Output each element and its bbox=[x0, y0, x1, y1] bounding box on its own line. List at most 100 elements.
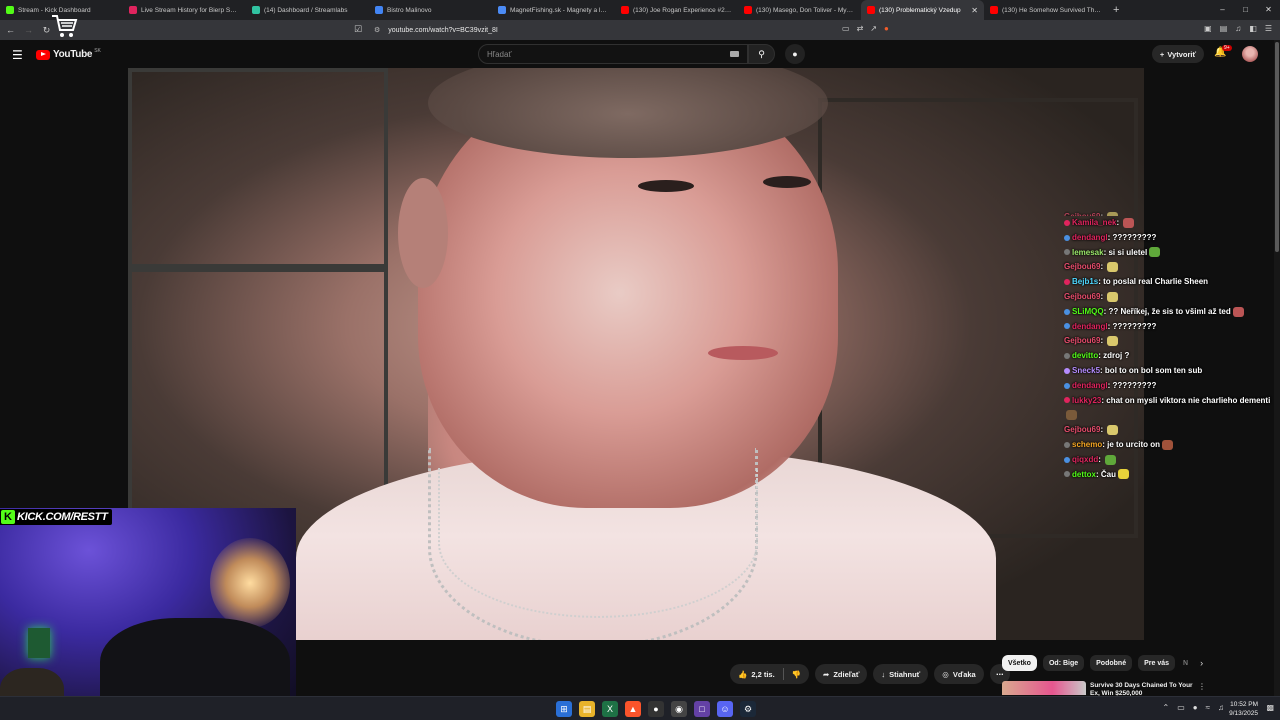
create-button[interactable]: + Vytvoriť bbox=[1152, 45, 1204, 63]
guide-menu-icon[interactable]: ☰ bbox=[12, 48, 23, 62]
start-icon[interactable]: ⊞ bbox=[556, 701, 572, 717]
chat-username: Bejb1s bbox=[1072, 277, 1099, 287]
window-controls: – □ ✕ bbox=[1211, 0, 1280, 20]
system-clock[interactable]: 10:52 PM 9/13/2025 bbox=[1229, 700, 1258, 718]
chat-emote-icon bbox=[1107, 336, 1119, 347]
browser-tab[interactable]: (130) He Somehow Survived This - Y bbox=[984, 0, 1107, 20]
media-icon[interactable]: ♫ bbox=[1235, 24, 1241, 33]
search-placeholder: Hľadať bbox=[487, 49, 512, 59]
recommended-video-title[interactable]: Survive 30 Days Chained To Your Ex, Win … bbox=[1090, 682, 1195, 696]
share-icon: ➦ bbox=[823, 669, 830, 679]
chat-emote-icon bbox=[1162, 439, 1174, 450]
mic-tray-icon[interactable]: ● bbox=[1193, 703, 1198, 712]
chat-separator: : bbox=[1100, 425, 1106, 435]
recommended-video[interactable]: Survive 30 Days Chained To Your Ex, Win … bbox=[1002, 681, 1272, 696]
chat-message: lemesak: si si uletel bbox=[1064, 246, 1276, 261]
excel-icon[interactable]: X bbox=[602, 701, 618, 717]
browser-tab[interactable]: Live Stream History for Bierp Shares bbox=[123, 0, 246, 20]
translate-icon[interactable]: ⇄ bbox=[857, 24, 864, 33]
browser-tab[interactable]: MagnetFishing.sk - Magnety a laná p bbox=[492, 0, 615, 20]
display-icon[interactable]: ▭ bbox=[1177, 703, 1185, 712]
back-icon[interactable]: ← bbox=[3, 25, 18, 35]
chat-badge-icon bbox=[1064, 441, 1070, 448]
cast-icon[interactable]: ▭ bbox=[842, 24, 850, 33]
browser-tab[interactable]: Bistro Malinovo bbox=[369, 0, 492, 20]
chevron-right-icon[interactable]: › bbox=[1200, 658, 1203, 668]
youtube-logo[interactable]: YouTube SK bbox=[36, 48, 101, 60]
chat-message: dendangl: ????????? bbox=[1064, 231, 1276, 246]
url-field[interactable]: ⚙ youtube.com/watch?v=BC39vzit_8I bbox=[368, 22, 916, 38]
like-count[interactable]: 2,2 tis. bbox=[751, 670, 774, 679]
browser-tab[interactable]: (130) Problematický Vzedup ✕ bbox=[861, 0, 984, 20]
search-button[interactable]: ⚲ bbox=[748, 44, 775, 64]
audio-app-icon[interactable]: ◉ bbox=[671, 701, 687, 717]
browser-tab-bar: Stream - Kick Dashboard Live Stream Histo… bbox=[0, 0, 1280, 20]
obs-icon[interactable]: ● bbox=[648, 701, 664, 717]
volume-icon[interactable]: ♫ bbox=[1218, 703, 1224, 712]
tab-favicon-icon bbox=[867, 6, 875, 14]
like-icon[interactable]: 👍 bbox=[738, 670, 747, 679]
chat-badge-icon bbox=[1064, 249, 1070, 256]
more-vert-icon[interactable]: ⋮ bbox=[1198, 682, 1206, 691]
chat-username: devitto bbox=[1072, 351, 1099, 361]
chat-separator: : bbox=[1100, 262, 1106, 272]
dislike-icon[interactable]: 👎 bbox=[792, 670, 801, 679]
scrollbar-thumb[interactable] bbox=[1275, 42, 1279, 252]
voice-search-button[interactable]: ● bbox=[785, 44, 805, 64]
chat-username: SLiMQQ bbox=[1072, 306, 1104, 316]
menu-icon[interactable]: ☰ bbox=[1265, 24, 1272, 33]
chip-similar[interactable]: Podobné bbox=[1090, 655, 1133, 671]
close-window-button[interactable]: ✕ bbox=[1257, 0, 1280, 20]
wifi-icon[interactable]: ≈ bbox=[1206, 703, 1210, 712]
share-url-icon[interactable]: ↗ bbox=[870, 24, 877, 33]
sidebar-icon[interactable]: ◧ bbox=[1249, 24, 1257, 33]
thanks-button[interactable]: ◎ Vďaka bbox=[934, 664, 984, 684]
tab-close-icon[interactable]: ✕ bbox=[971, 6, 978, 15]
keyboard-icon[interactable] bbox=[730, 51, 739, 57]
download-button[interactable]: ↓ Stiahnuť bbox=[873, 664, 929, 684]
chat-username: lukky23 bbox=[1072, 395, 1102, 405]
chip-more[interactable]: N bbox=[1181, 655, 1190, 671]
file-explorer-icon[interactable]: ▤ bbox=[579, 701, 595, 717]
tab-label: (130) He Somehow Survived This - Y bbox=[1002, 6, 1101, 14]
extensions-icon[interactable]: ▣ bbox=[1204, 24, 1212, 33]
wallet-icon[interactable]: ▤ bbox=[1220, 24, 1228, 33]
steam-icon[interactable]: ⚙ bbox=[740, 701, 756, 717]
brave-icon[interactable]: ▲ bbox=[625, 701, 641, 717]
chat-username: Sneck5 bbox=[1072, 365, 1101, 375]
plus-icon: + bbox=[1159, 49, 1165, 59]
browser-tab[interactable]: (130) Masego, Don Toliver - Mystery bbox=[738, 0, 861, 20]
chat-text: si si uletel bbox=[1108, 247, 1148, 257]
chat-emote-icon bbox=[1066, 410, 1077, 421]
minimize-button[interactable]: – bbox=[1211, 0, 1234, 20]
youtube-header: ☰ YouTube SK Hľadať ⚲ ● bbox=[0, 40, 1280, 68]
bookmark-icon[interactable]: ☑ bbox=[354, 24, 362, 35]
twitch-icon[interactable]: □ bbox=[694, 701, 710, 717]
maximize-button[interactable]: □ bbox=[1234, 0, 1257, 20]
brave-shield-icon[interactable]: ● bbox=[884, 24, 889, 33]
clock-date: 9/13/2025 bbox=[1229, 710, 1258, 717]
browser-tab[interactable]: (14) Dashboard / Streamlabs bbox=[246, 0, 369, 20]
share-button[interactable]: ➦ Zdieľať bbox=[815, 664, 868, 684]
chip-for-you[interactable]: Pre vás bbox=[1138, 655, 1176, 671]
discord-icon[interactable]: ☺ bbox=[717, 701, 733, 717]
search-input[interactable]: Hľadať bbox=[478, 44, 748, 64]
forward-icon[interactable]: → bbox=[21, 25, 36, 35]
page-scrollbar[interactable] bbox=[1274, 40, 1280, 696]
chip-all[interactable]: Všetko bbox=[1002, 655, 1037, 671]
chip-from-channel[interactable]: Od: Bige bbox=[1042, 655, 1085, 671]
chat-badge-icon bbox=[1064, 353, 1070, 360]
chevron-up-icon[interactable]: ⌃ bbox=[1163, 703, 1170, 712]
notification-badge: 9+ bbox=[1222, 45, 1232, 51]
new-tab-button[interactable]: + bbox=[1113, 4, 1119, 16]
site-info-icon[interactable]: ⚙ bbox=[374, 26, 380, 34]
create-label: Vytvoriť bbox=[1167, 49, 1197, 59]
video-thumbnail[interactable] bbox=[1002, 681, 1086, 695]
notification-center-icon[interactable]: ▩ bbox=[1266, 703, 1274, 712]
chat-emote-icon bbox=[1149, 247, 1161, 258]
tab-label: (130) Joe Rogan Experience #2374 - bbox=[633, 6, 732, 14]
chat-badge-icon bbox=[1064, 456, 1070, 463]
browser-tab[interactable]: (130) Joe Rogan Experience #2374 - bbox=[615, 0, 738, 20]
chat-emote-icon bbox=[1105, 454, 1117, 465]
avatar[interactable] bbox=[1242, 46, 1258, 62]
